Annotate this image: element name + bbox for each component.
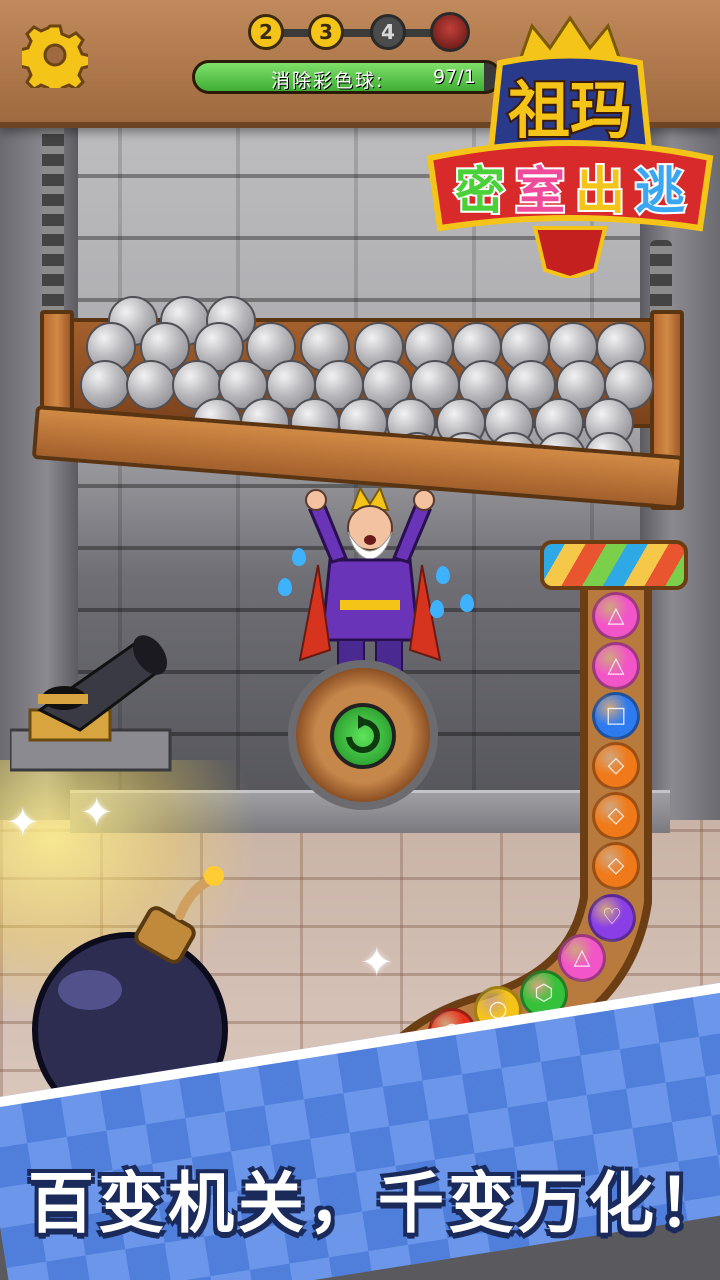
tube-ball: ♡ [588,894,636,942]
sparkle-star: ✦ [80,790,114,836]
stage-3: 3 [308,14,344,50]
tube-ball: △ [592,592,640,640]
stage-line [266,29,446,37]
objective-label: 消除彩色球: [271,70,385,92]
settings-gear-icon[interactable] [22,22,88,88]
tube-ball: △ [558,934,606,982]
sparkle-star: ✦ [6,800,40,846]
logo-line1: 祖玛 [508,74,632,147]
stage-2: 2 [248,14,284,50]
sparkle-star: ✦ [360,940,394,986]
logo-char: 出 [575,162,625,220]
stage-4: 4 [370,14,406,50]
game-logo: 祖玛 密室出逃 [426,15,714,278]
tube-ball: ◇ [592,842,640,890]
tube-ball: ◇ [592,792,640,840]
tube-ball: ◇ [592,742,640,790]
game-scene: △△□◇◇◇♡△⬡○○◇△ ✦ ✦ ✦ ✦ ✦ ✦ ✦ 百变机关，千变万化！ 2… [0,0,720,1280]
tube-ball: △ [592,642,640,690]
logo-char: 室 [515,162,565,220]
tube-ball: □ [592,692,640,740]
striped-roller [540,540,688,590]
promo-slogan: 百变机关，千变万化！ [28,1165,720,1242]
logo-char: 逃 [635,162,685,220]
logo-char: 密 [455,162,505,220]
